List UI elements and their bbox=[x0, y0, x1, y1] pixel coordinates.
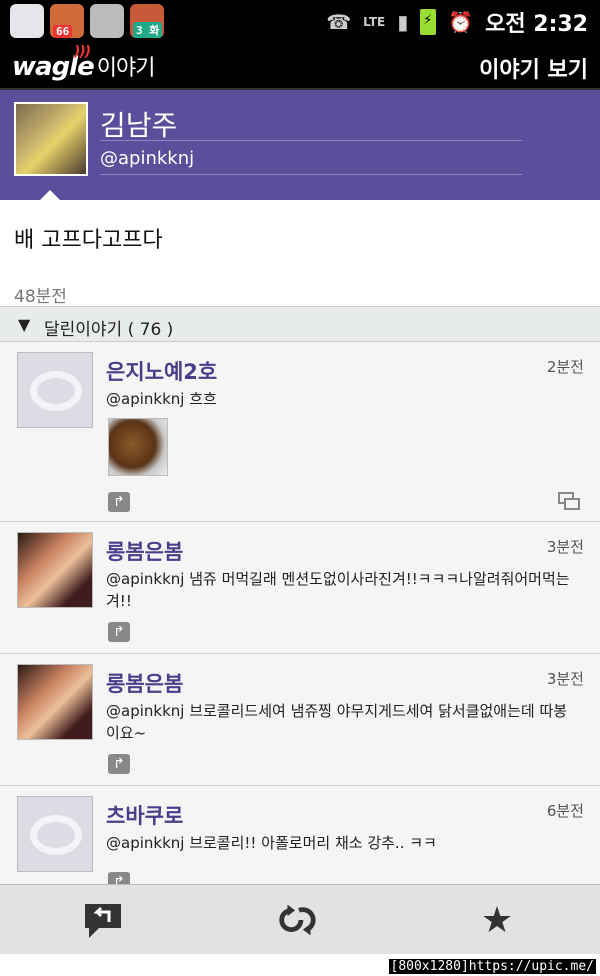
reply-message: @apinkknj 냄쥬 머먹길래 멘션도없이사라진겨!!ㅋㅋㅋ나알려줘어머먹는… bbox=[106, 570, 570, 610]
wagle-default-icon bbox=[30, 371, 82, 411]
divider bbox=[100, 140, 522, 141]
reply-message: @apinkknj 흐흐 bbox=[106, 390, 217, 408]
divider bbox=[100, 174, 522, 175]
post-body: 배 고프다고프다 48분전 bbox=[0, 200, 600, 307]
status-bar: 66 3 화 ☎ LTE ▮ ⏰ 오전 2:32 bbox=[0, 0, 600, 42]
multi-image-icon[interactable] bbox=[558, 492, 582, 512]
favorite-button[interactable]: ★ bbox=[472, 897, 522, 943]
app-icon-badge-66: 66 bbox=[50, 4, 84, 38]
reply-message: @apinkknj 브로콜리!! 아폴로머리 채소 강추.. ㅋㅋ bbox=[106, 834, 437, 852]
avatar[interactable] bbox=[17, 664, 93, 740]
signal-waves-icon: ))) bbox=[74, 44, 91, 60]
reply-arrow-icon[interactable]: ↱ bbox=[108, 622, 130, 642]
profile-handle[interactable]: @apinkknj bbox=[100, 148, 194, 169]
page-title: 이야기 보기 bbox=[479, 58, 588, 83]
replies-toggle[interactable]: ▼ 달린이야기 ( 76 ) bbox=[0, 306, 600, 342]
profile-name[interactable]: 김남주 bbox=[100, 104, 177, 144]
post-time: 48분전 bbox=[14, 287, 67, 307]
logo-sub: 이야기 bbox=[96, 56, 156, 81]
clock: 오전 2:32 bbox=[485, 12, 588, 37]
reply-time: 6분전 bbox=[546, 802, 584, 820]
app-icon-badge-3: 3 화 bbox=[130, 4, 164, 38]
avatar[interactable] bbox=[14, 102, 88, 176]
footer-strip: [800x1280]https://upic.me/ bbox=[0, 954, 600, 976]
avatar[interactable] bbox=[17, 532, 93, 608]
reshare-button[interactable] bbox=[274, 897, 324, 943]
app-icon-bear bbox=[10, 4, 44, 38]
reply-time: 3분전 bbox=[546, 670, 584, 688]
post-text: 배 고프다고프다 bbox=[14, 228, 163, 253]
reply-arrow-icon[interactable]: ↱ bbox=[108, 872, 130, 884]
list-item[interactable]: 롱봄은봄 3분전 @apinkknj 브로콜리드세여 냄쥬찡 야무지게드세여 닭… bbox=[0, 654, 600, 786]
reply-button[interactable] bbox=[78, 897, 128, 943]
reshare-icon bbox=[279, 904, 316, 936]
reply-message: @apinkknj 브로콜리드세여 냄쥬찡 야무지게드세여 닭서클없애는데 따봉… bbox=[106, 702, 568, 742]
reply-bubble-icon bbox=[85, 904, 121, 938]
reply-time: 2분전 bbox=[546, 358, 584, 376]
badge-count: 66 bbox=[53, 25, 73, 38]
reply-username[interactable]: 롱봄은봄 bbox=[106, 668, 183, 698]
bottom-action-bar: ★ bbox=[0, 884, 600, 954]
avatar[interactable] bbox=[17, 352, 93, 428]
app-bar: ))) wagle 이야기 이야기 보기 bbox=[0, 42, 600, 90]
reply-username[interactable]: 츠바쿠로 bbox=[106, 800, 183, 830]
list-item[interactable]: 은지노예2호 2분전 @apinkknj 흐흐 ↱ bbox=[0, 342, 600, 522]
app-icon-bear-2 bbox=[90, 4, 124, 38]
triangle-down-icon: ▼ bbox=[18, 315, 31, 334]
reply-time: 3분전 bbox=[546, 538, 584, 556]
reply-arrow-icon[interactable]: ↱ bbox=[108, 754, 130, 774]
voicemail-icon: ☎ bbox=[326, 10, 352, 34]
wagle-default-icon bbox=[30, 815, 82, 855]
watermark: [800x1280]https://upic.me/ bbox=[388, 959, 596, 974]
reply-username[interactable]: 롱봄은봄 bbox=[106, 536, 183, 566]
replies-label: 달린이야기 ( 76 ) bbox=[44, 320, 174, 340]
lte-icon: LTE bbox=[363, 15, 386, 29]
star-icon: ★ bbox=[480, 899, 514, 941]
list-item[interactable]: 츠바쿠로 6분전 @apinkknj 브로콜리!! 아폴로머리 채소 강추.. … bbox=[0, 786, 600, 884]
signal-icon: ▮ bbox=[397, 10, 409, 34]
list-item[interactable]: 롱봄은봄 3분전 @apinkknj 냄쥬 머먹길래 멘션도없이사라진겨!!ㅋㅋ… bbox=[0, 522, 600, 654]
reply-arrow-icon[interactable]: ↱ bbox=[108, 492, 130, 512]
alarm-icon: ⏰ bbox=[448, 10, 474, 34]
reply-username[interactable]: 은지노예2호 bbox=[106, 356, 217, 386]
wagle-logo[interactable]: ))) wagle 이야기 bbox=[12, 44, 156, 82]
avatar[interactable] bbox=[17, 796, 93, 872]
badge-count: 3 화 bbox=[133, 22, 163, 38]
pointer-arrow bbox=[40, 190, 60, 200]
reply-list[interactable]: 은지노예2호 2분전 @apinkknj 흐흐 ↱ 롱봄은봄 3분전 @apin… bbox=[0, 342, 600, 884]
attached-photo[interactable] bbox=[108, 418, 168, 476]
profile-header: 김남주 @apinkknj bbox=[0, 90, 600, 200]
battery-icon bbox=[420, 9, 437, 35]
